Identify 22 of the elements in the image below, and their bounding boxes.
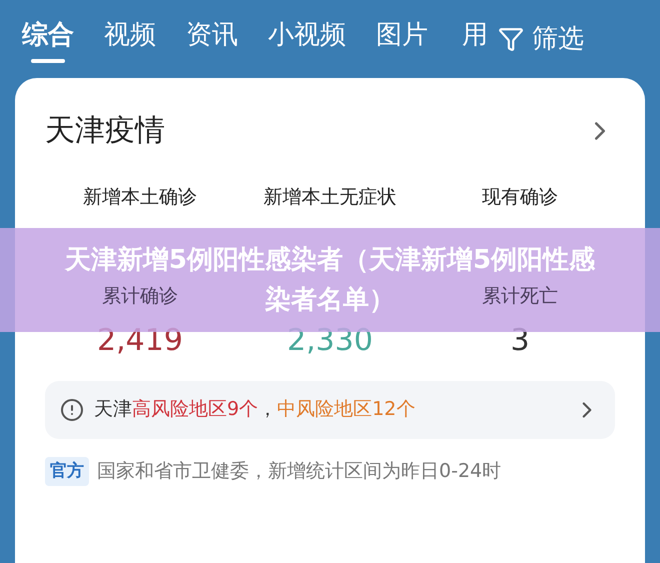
stat-value: 2,419 [97,322,183,360]
tab[interactable]: 小视频 [268,16,346,62]
stat-label: 累计死亡 [482,284,558,308]
filter-icon [498,26,524,52]
risk-text: 天津高风险地区9个，中风险地区12个 [94,397,416,422]
stat-value: 3 [510,322,530,360]
stat-label: 累计确诊 [102,284,178,308]
alert-icon [60,398,84,422]
tab[interactable]: 图片 [376,16,428,62]
tab[interactable]: 用 [458,16,492,62]
stat-value: 2,330 [287,322,373,360]
tab[interactable]: 综合 [22,16,74,62]
risk-notice[interactable]: 天津高风险地区9个，中风险地区12个 [45,380,615,438]
stat-label: 新增本土确诊 [82,185,198,210]
tab[interactable]: 视频 [104,16,156,62]
filter-button[interactable]: 筛选 [498,20,584,58]
official-badge: 官方 [45,456,89,486]
card-title: 天津疫情 [45,112,165,150]
stat-label: 新增本土无症状 [262,185,398,210]
source-text: 国家和省市卫健委，新增统计区间为昨日0-24时 [97,459,502,484]
stat-label: 现有确诊 [481,185,559,210]
tab[interactable]: 资讯 [186,16,238,62]
